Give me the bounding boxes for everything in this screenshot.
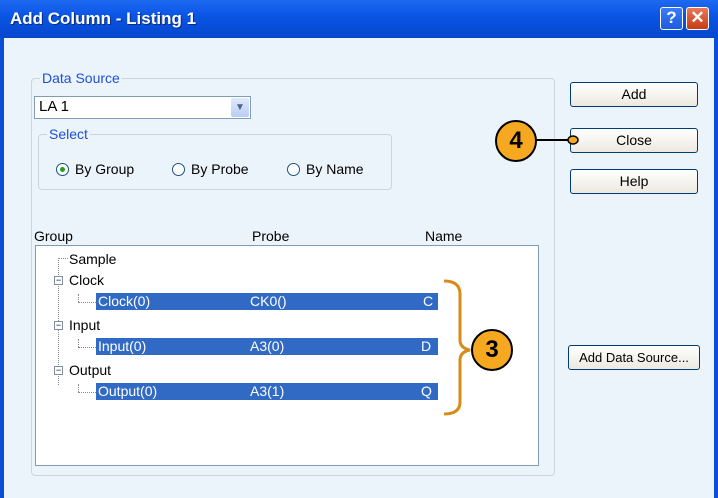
callout-step-4: 4 — [495, 120, 537, 162]
help-titlebar-button[interactable]: ? — [660, 7, 683, 30]
dialog-body: Data Source LA 1 ▼ Select By Group By Pr… — [4, 38, 714, 498]
callout-step-3: 3 — [471, 329, 513, 371]
rows-brace — [443, 279, 471, 416]
window-title: Add Column - Listing 1 — [10, 9, 197, 28]
close-titlebar-button[interactable]: ✕ — [686, 7, 709, 30]
add-column-dialog: Add Column - Listing 1 ? ✕ Data Source L… — [0, 0, 718, 498]
annotation-overlay — [443, 135, 579, 416]
callout-4-pointer — [567, 135, 579, 145]
title-bar[interactable]: Add Column - Listing 1 ? ✕ — [0, 0, 718, 38]
